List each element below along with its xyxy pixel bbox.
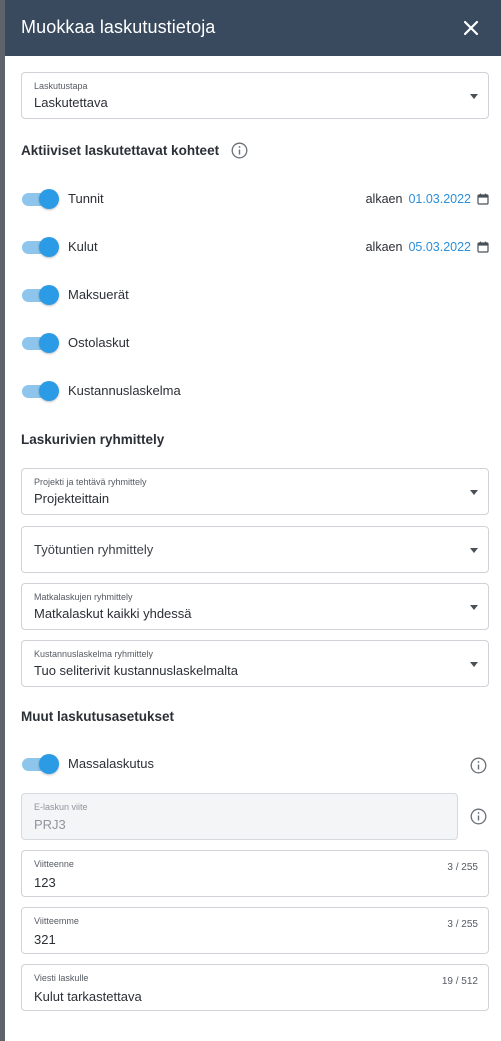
your-reference-field[interactable]: Viitteenne 123 3 / 255	[21, 850, 489, 897]
toggle-tunnit[interactable]	[22, 189, 60, 209]
cost-calc-grouping-select[interactable]: Kustannuslaskelma ryhmittely Tuo seliter…	[21, 640, 489, 687]
cost-calc-grouping-value: Tuo seliterivit kustannuslaskelmalta	[34, 663, 238, 678]
start-date-kulut[interactable]: 05.03.2022	[408, 240, 471, 254]
chevron-down-icon	[470, 605, 478, 610]
work-hours-grouping-placeholder: Työtuntien ryhmittely	[34, 542, 154, 557]
billing-method-value: Laskutettava	[34, 95, 108, 110]
your-reference-label: Viitteenne	[34, 859, 74, 869]
chevron-down-icon	[470, 490, 478, 495]
einvoice-reference-field: E-laskun viite PRJ3	[21, 793, 458, 840]
toggle-thumb	[39, 189, 59, 209]
edit-billing-panel: Muokkaa laskutustietoja Laskutustapa Las…	[5, 0, 501, 1041]
chevron-down-icon	[470, 548, 478, 553]
cost-calc-grouping-label: Kustannuslaskelma ryhmittely	[34, 649, 154, 659]
project-task-grouping-value: Projekteittain	[34, 491, 110, 506]
toggle-label-massalaskutus: Massalaskutus	[68, 756, 154, 771]
toggle-thumb	[39, 285, 59, 305]
einvoice-reference-value: PRJ3	[34, 817, 66, 832]
other-settings-title: Muut laskutusasetukset	[21, 709, 175, 724]
toggle-kustannuslaskelma[interactable]	[22, 381, 60, 401]
toggle-label-kustannuslaskelma: Kustannuslaskelma	[68, 383, 181, 398]
chevron-down-icon	[470, 94, 478, 99]
billing-method-label: Laskutustapa	[34, 81, 88, 91]
travel-grouping-value: Matkalaskut kaikki yhdessä	[34, 606, 192, 621]
toggle-label-maksuerat: Maksuerät	[68, 287, 129, 302]
toggle-ostolaskut[interactable]	[22, 333, 60, 353]
our-reference-value[interactable]: 321	[34, 932, 56, 947]
date-group-kulut: alkaen 05.03.2022	[366, 240, 489, 254]
toggle-thumb	[39, 237, 59, 257]
invoice-message-label: Viesti laskulle	[34, 973, 89, 983]
info-icon[interactable]	[231, 142, 248, 159]
info-icon[interactable]	[470, 757, 487, 774]
toggle-label-kulut: Kulut	[68, 239, 98, 254]
project-task-grouping-select[interactable]: Projekti ja tehtävä ryhmittely Projektei…	[21, 468, 489, 515]
panel-header: Muokkaa laskutustietoja	[5, 0, 501, 56]
date-prefix: alkaen	[365, 240, 403, 254]
calendar-icon[interactable]	[477, 193, 489, 205]
your-reference-counter: 3 / 255	[447, 862, 478, 873]
date-prefix: alkaen	[365, 192, 403, 206]
info-icon[interactable]	[470, 808, 487, 825]
toggle-thumb	[39, 754, 59, 774]
toggle-massalaskutus[interactable]	[22, 754, 60, 774]
our-reference-counter: 3 / 255	[447, 919, 478, 930]
travel-grouping-label: Matkalaskujen ryhmittely	[34, 592, 133, 602]
close-icon[interactable]	[461, 18, 481, 38]
invoice-message-counter: 19 / 512	[441, 976, 478, 987]
your-reference-value[interactable]: 123	[34, 875, 56, 890]
einvoice-reference-label: E-laskun viite	[34, 802, 88, 812]
date-group-tunnit: alkaen 01.03.2022	[366, 192, 489, 206]
invoice-message-value[interactable]: Kulut tarkastettava	[34, 989, 142, 1004]
toggle-thumb	[39, 333, 59, 353]
active-items-title: Aktiiviset laskutettavat kohteet	[21, 143, 220, 158]
work-hours-grouping-select[interactable]: Työtuntien ryhmittely	[21, 526, 489, 573]
billing-method-select[interactable]: Laskutustapa Laskutettava	[21, 72, 489, 119]
toggle-maksuerat[interactable]	[22, 285, 60, 305]
grouping-title: Laskurivien ryhmittely	[21, 432, 165, 447]
calendar-icon[interactable]	[477, 241, 489, 253]
panel-title: Muokkaa laskutustietoja	[21, 17, 216, 37]
our-reference-field[interactable]: Viitteemme 321 3 / 255	[21, 907, 489, 954]
start-date-tunnit[interactable]: 01.03.2022	[408, 192, 471, 206]
toggle-thumb	[39, 381, 59, 401]
project-task-grouping-label: Projekti ja tehtävä ryhmittely	[34, 477, 147, 487]
toggle-label-tunnit: Tunnit	[68, 191, 104, 206]
toggle-label-ostolaskut: Ostolaskut	[68, 335, 130, 350]
travel-grouping-select[interactable]: Matkalaskujen ryhmittely Matkalaskut kai…	[21, 583, 489, 630]
our-reference-label: Viitteemme	[34, 916, 79, 926]
invoice-message-field[interactable]: Viesti laskulle Kulut tarkastettava 19 /…	[21, 964, 489, 1011]
toggle-kulut[interactable]	[22, 237, 60, 257]
chevron-down-icon	[470, 662, 478, 667]
